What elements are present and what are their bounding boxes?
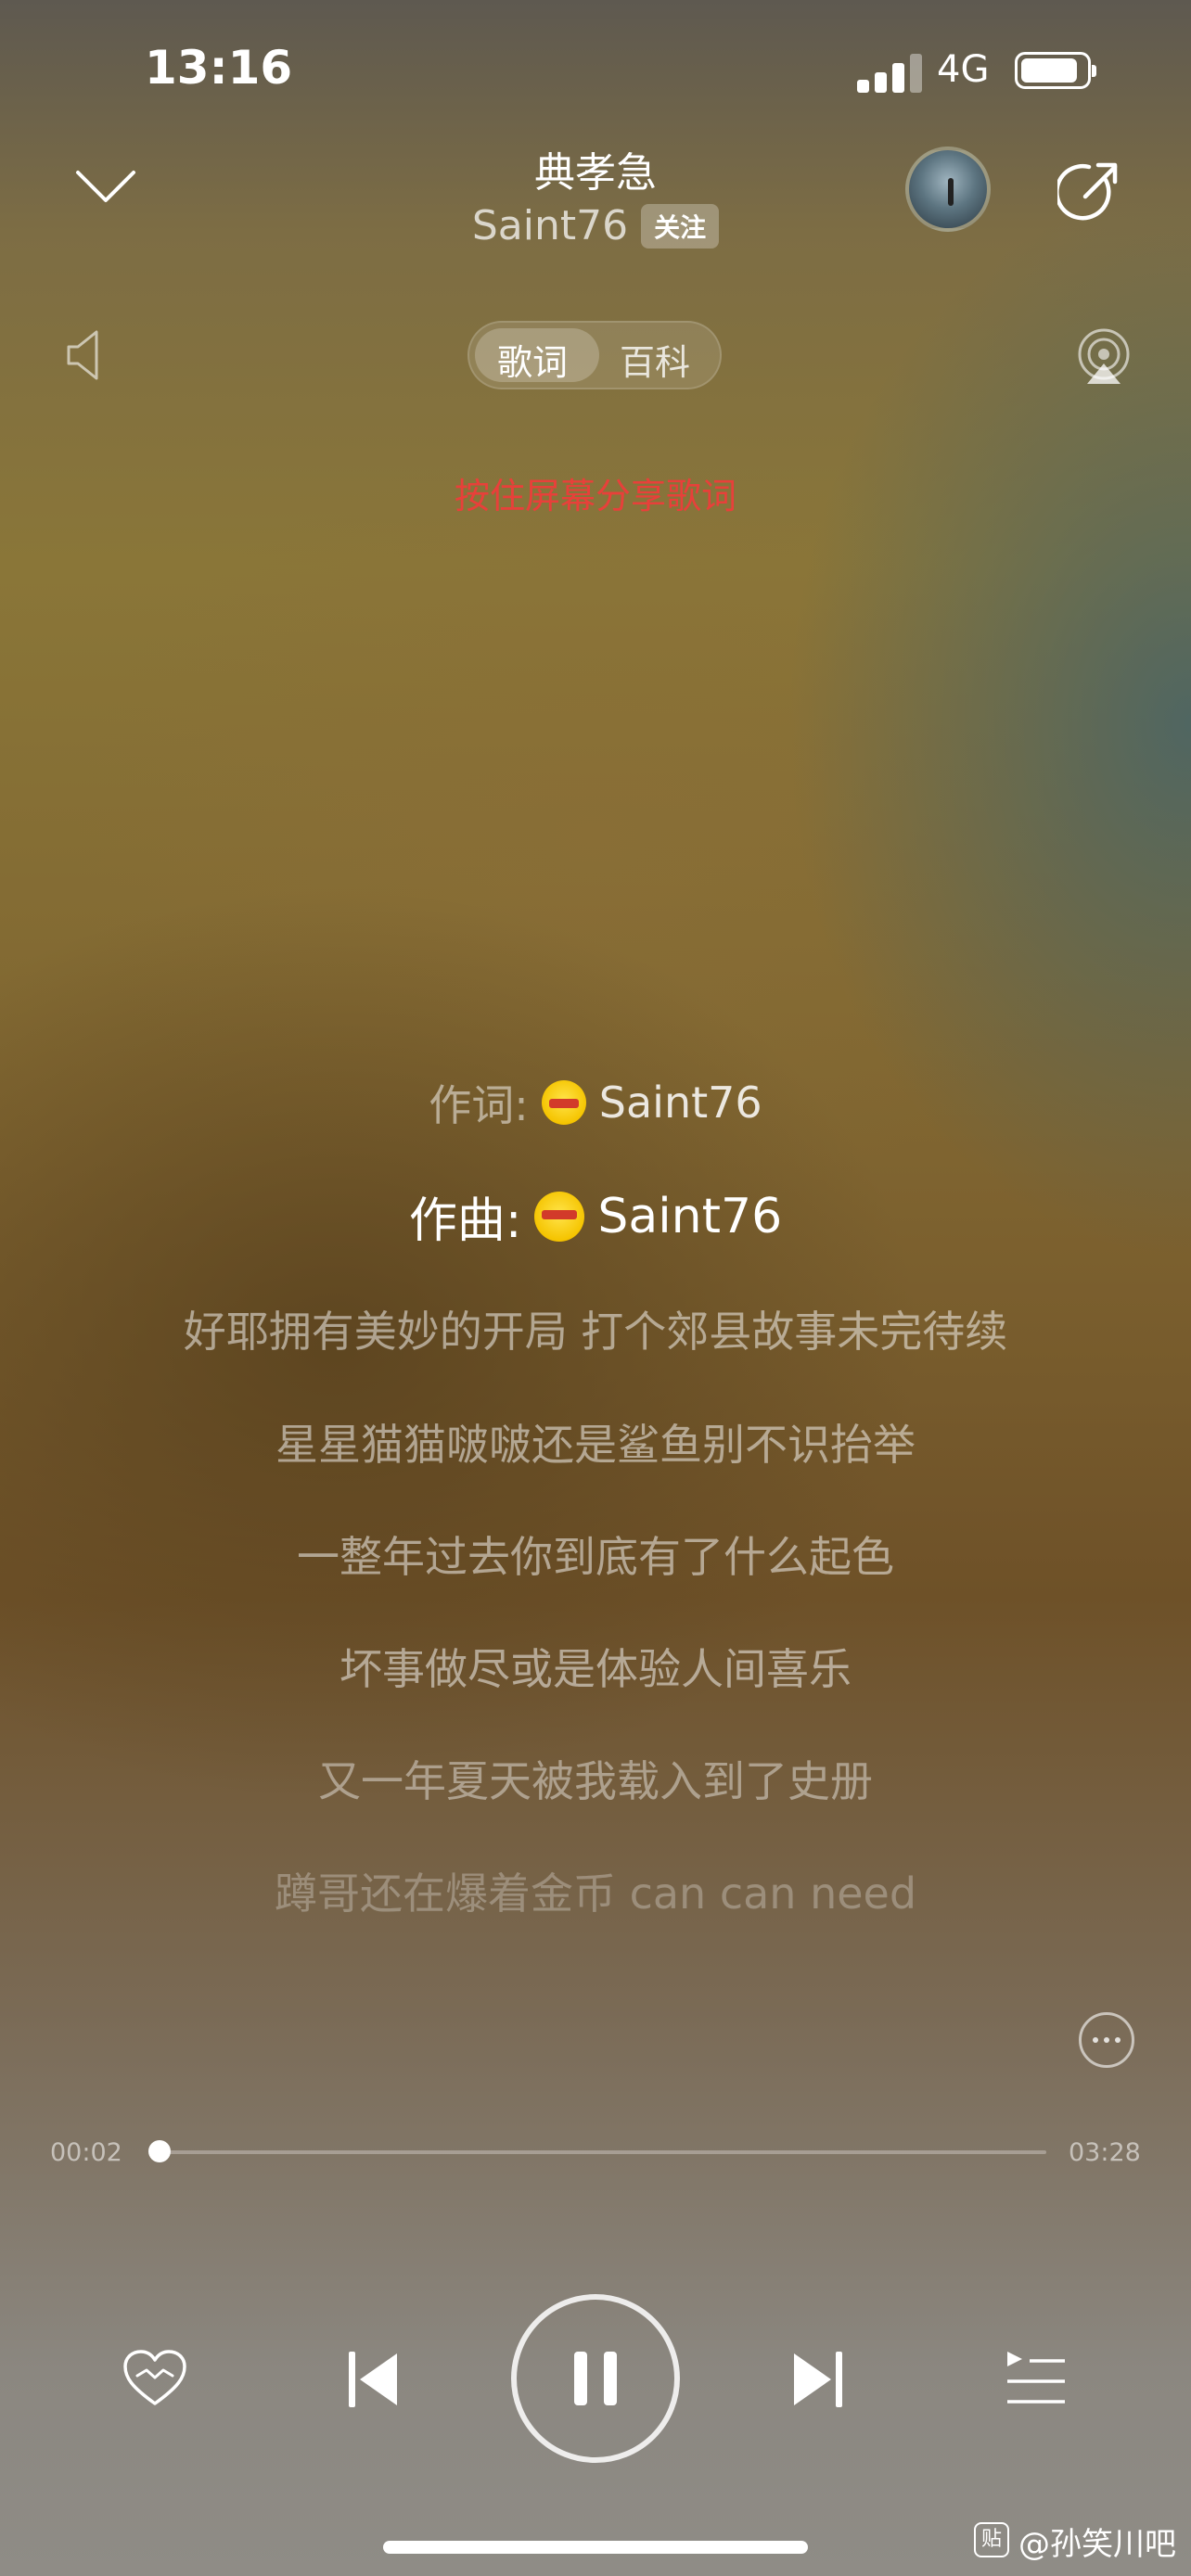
watermark: @孙笑川吧 [1018, 2526, 1176, 2563]
artist-row: Saint76 关注 [0, 202, 1191, 249]
composer-line: 作曲: Saint76 [0, 1181, 1191, 1251]
signal-icon [857, 54, 922, 93]
pause-button[interactable] [511, 2294, 680, 2463]
lyric-line[interactable]: 坏事做尽或是体验人间喜乐 [0, 1636, 1191, 1697]
elapsed-time: 00:02 [50, 2138, 122, 2167]
artist-name[interactable]: Saint76 [472, 202, 628, 249]
next-track-icon[interactable] [792, 2350, 844, 2409]
progress-knob[interactable] [147, 2140, 171, 2162]
airplay-icon[interactable] [1074, 326, 1133, 386]
previous-track-icon[interactable] [347, 2350, 399, 2409]
total-duration: 03:28 [1069, 2138, 1141, 2167]
badge-icon [534, 1191, 585, 1242]
playlist-icon[interactable] [1005, 2350, 1067, 2407]
lyric-line[interactable]: 好耶拥有美妙的开局 打个郊县故事未完待续 [0, 1298, 1191, 1359]
share-icon[interactable] [1057, 159, 1122, 224]
heart-icon[interactable] [122, 2350, 187, 2407]
share-lyrics-hint: 按住屏幕分享歌词 [454, 476, 736, 516]
home-indicator[interactable] [383, 2541, 808, 2554]
song-title: 典孝急 [534, 149, 657, 197]
lyric-line[interactable]: 一整年过去你到底有了什么起色 [0, 1524, 1191, 1585]
avatar[interactable] [905, 147, 991, 232]
lyric-line[interactable]: 星星猫猫啵啵还是鲨鱼别不识抬举 [0, 1411, 1191, 1473]
lyric-line[interactable]: 蹲哥还在爆着金币 can can need [0, 1860, 1191, 1921]
volume-icon[interactable] [65, 326, 106, 384]
pause-icon [574, 2352, 617, 2405]
progress-track[interactable] [150, 2150, 1046, 2154]
lyrics-tab-switch: 歌词 百科 [467, 321, 722, 389]
composer-prefix: 作曲: [408, 1193, 522, 1249]
lyricist-line: 作词: Saint76 [0, 1072, 1191, 1133]
tab-wiki[interactable]: 百科 [620, 334, 690, 385]
lyricist-prefix: 作词: [429, 1080, 529, 1130]
composer-name: Saint76 [597, 1188, 783, 1244]
follow-button[interactable]: 关注 [641, 203, 720, 249]
lyricist-name: Saint76 [598, 1078, 762, 1128]
tab-lyrics[interactable]: 歌词 [497, 334, 568, 385]
battery-icon [1015, 52, 1096, 89]
tieba-logo-icon: 贴 [974, 2522, 1009, 2557]
more-options-button[interactable] [1079, 2012, 1134, 2068]
network-type: 4G [937, 48, 990, 91]
lyric-line[interactable]: 又一年夏天被我载入到了史册 [0, 1748, 1191, 1809]
badge-icon [541, 1080, 586, 1125]
status-time: 13:16 [145, 41, 293, 95]
